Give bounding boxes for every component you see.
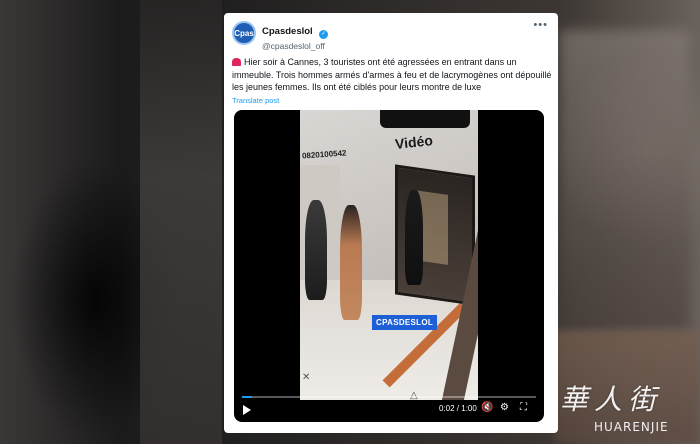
display-name[interactable]: Cpasdeslol bbox=[262, 26, 313, 37]
translate-post-link[interactable]: Translate post bbox=[232, 96, 279, 105]
siren-emoji-icon bbox=[232, 58, 241, 66]
tweet-text: Hier soir à Cannes, 3 touristes ont été … bbox=[232, 56, 554, 94]
tweet-header: Cpas Cpasdeslol ✓ @cpasdeslol_off ••• bbox=[232, 19, 550, 51]
site-logo: 華人街 HUARENJIE bbox=[552, 378, 700, 444]
tweet-card: Cpas Cpasdeslol ✓ @cpasdeslol_off ••• Hi… bbox=[224, 13, 558, 433]
progress-fill bbox=[242, 396, 252, 398]
more-options-icon[interactable]: ••• bbox=[533, 19, 548, 31]
phone-notch bbox=[380, 110, 470, 128]
person-3 bbox=[405, 190, 423, 285]
author-block: Cpasdeslol ✓ @cpasdeslol_off bbox=[262, 21, 329, 51]
video-frame-logo-icon: ✕ bbox=[302, 372, 311, 383]
video-controls: 0:02 / 1:00 🔇 ⚙ ⛶ bbox=[234, 396, 544, 422]
settings-gear-icon[interactable]: ⚙ bbox=[500, 402, 509, 414]
video-overlay-title: Vidéo bbox=[394, 132, 434, 152]
video-overlay-number: 0820100542 bbox=[301, 148, 347, 161]
handle[interactable]: @cpasdeslol_off bbox=[262, 41, 328, 51]
tweet-body: Hier soir à Cannes, 3 touristes ont été … bbox=[232, 57, 552, 92]
person-2 bbox=[340, 205, 362, 320]
avatar[interactable]: Cpas bbox=[232, 21, 256, 45]
fullscreen-icon[interactable]: ⛶ bbox=[520, 402, 527, 414]
background-door bbox=[560, 30, 690, 330]
background-panel bbox=[140, 0, 222, 444]
person-1 bbox=[305, 200, 327, 300]
verified-badge-icon: ✓ bbox=[319, 30, 329, 39]
video-frame: Vidéo 0820100542 CPASDESLOL ✕ △ bbox=[300, 110, 478, 400]
play-icon[interactable] bbox=[243, 405, 251, 415]
site-logo-english: HUARENJIE bbox=[594, 420, 669, 434]
video-player[interactable]: Vidéo 0820100542 CPASDESLOL ✕ △ 0:02 / 1… bbox=[234, 110, 544, 422]
site-logo-chinese: 華人街 bbox=[560, 383, 663, 416]
video-watermark: CPASDESLOL bbox=[372, 315, 438, 330]
mute-icon[interactable]: 🔇 bbox=[481, 402, 493, 414]
progress-bar[interactable] bbox=[242, 396, 536, 398]
video-time: 0:02 / 1:00 bbox=[439, 404, 477, 413]
